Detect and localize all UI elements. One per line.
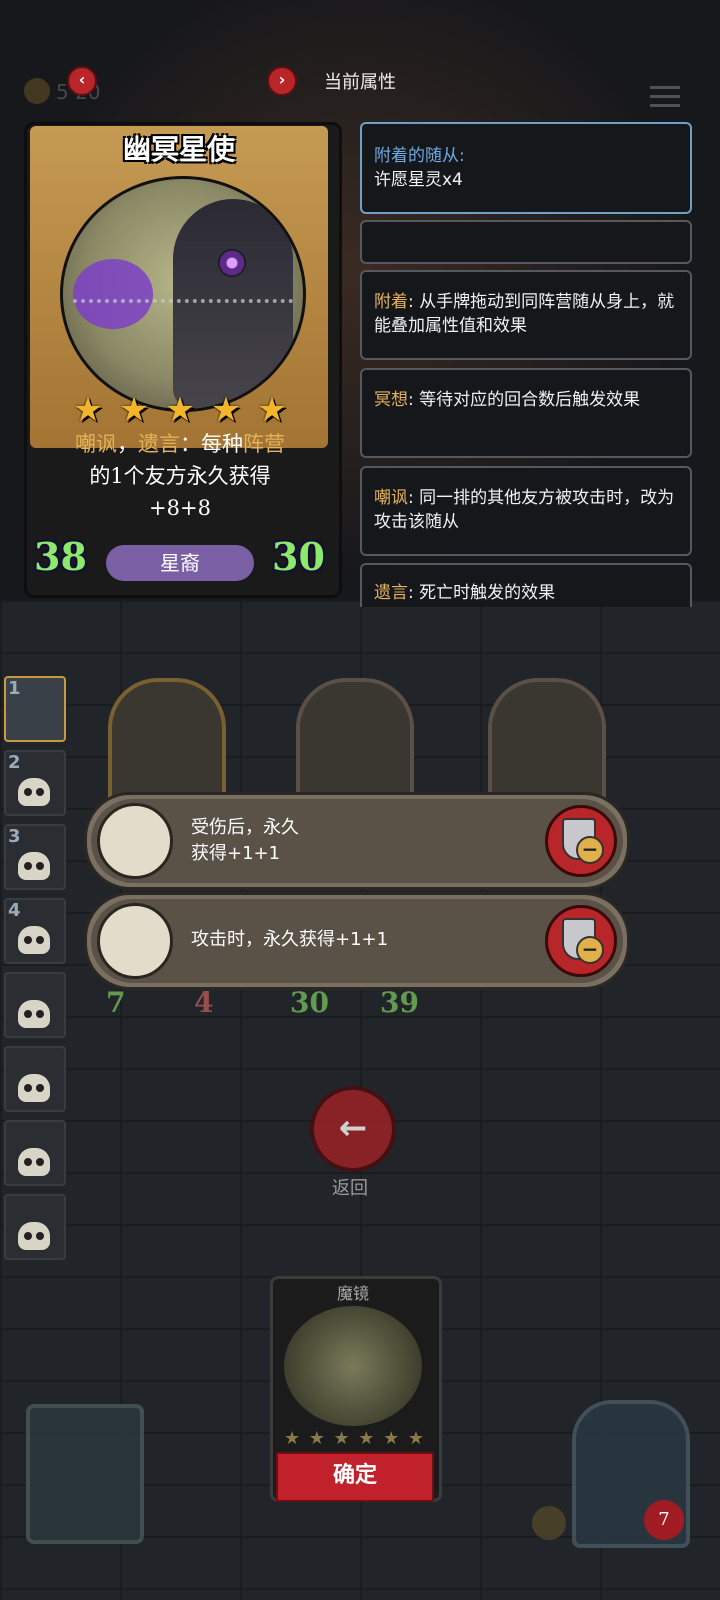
term-attach: 附着 [374, 292, 408, 312]
slot-number: 3 [8, 826, 21, 847]
chain [73, 299, 293, 317]
board-attack: 30 [290, 986, 329, 1019]
rule-text: : 同一排的其他友方被攻击时，改为攻击该随从 [374, 488, 675, 532]
menu-icon[interactable] [650, 86, 680, 112]
star-icon: ★ [72, 390, 104, 430]
candelabra-icon [97, 803, 173, 879]
tribe-badge: 星裔 [106, 545, 254, 581]
deck-portrait[interactable] [26, 1404, 144, 1544]
slot-number: 2 [8, 752, 21, 773]
skull-icon [18, 1000, 50, 1028]
meditate-rule-panel: 冥想: 等待对应的回合数后触发效果 [360, 368, 692, 458]
term-deathrattle: 遗言 [374, 583, 408, 603]
skull-icon [18, 1074, 50, 1102]
taunt-rule-panel: 嘲讽: 同一排的其他友方被攻击时，改为攻击该随从 [360, 466, 692, 556]
star-icon: ★ [256, 390, 288, 430]
health-value: 30 [272, 534, 325, 579]
page-title: 当前属性 [324, 72, 396, 93]
card-name: 幽冥星使 [122, 133, 235, 166]
skull-icon [18, 852, 50, 880]
board-health: 4 [194, 986, 214, 1019]
keyword-deathrattle: 遗言 [138, 432, 180, 456]
rule-text: : 从手牌拖动到同阵营随从身上，就能叠加属性值和效果 [374, 292, 675, 336]
chevron-right-icon[interactable]: › [267, 66, 297, 96]
term-taunt: 嘲讽 [374, 488, 408, 508]
skull-icon [18, 1222, 50, 1250]
star-rating: ★ ★ ★ ★ ★ [70, 392, 290, 428]
side-slot[interactable]: 4 [4, 898, 66, 964]
star-icon: ★ [358, 1428, 375, 1449]
attached-label: 附着的随从: [374, 146, 465, 166]
side-slot[interactable] [4, 1194, 66, 1260]
star-icon: ★ [284, 1428, 301, 1449]
board-minion[interactable] [488, 678, 606, 806]
remove-effect-button[interactable]: − [545, 805, 617, 877]
board-minion[interactable] [108, 678, 226, 806]
back-button[interactable]: ← [310, 1086, 396, 1172]
attach-rule-panel: 附着: 从手牌拖动到同阵营随从身上，就能叠加属性值和效果 [360, 270, 692, 360]
back-label[interactable]: 返回 [310, 1174, 390, 1200]
star-icon: ★ [308, 1428, 325, 1449]
player-health: 7 [644, 1500, 684, 1540]
star-icon: ★ [210, 390, 242, 430]
remove-effect-button[interactable]: − [545, 905, 617, 977]
slot-number: 1 [8, 678, 21, 699]
mirror-portrait [284, 1306, 422, 1426]
card-description: 嘲讽，遗言：每种阵营 的1个友方永久获得 +8+8 [42, 428, 318, 524]
minus-icon: − [576, 836, 604, 864]
desc-text: 的1个友方永久获得 [89, 464, 271, 488]
effect-text: 受伤后，永久 [191, 817, 299, 838]
side-slot[interactable] [4, 972, 66, 1038]
rule-text: : 死亡时触发的效果 [408, 583, 556, 603]
effect-row: 受伤后，永久 获得+1+1 − [84, 792, 630, 890]
effect-row: 攻击时，永久获得+1+1 − [84, 892, 630, 990]
star-icon: ★ [118, 390, 150, 430]
star-icon: ★ [407, 1428, 424, 1449]
keyword-taunt: 嘲讽 [75, 432, 117, 456]
confirm-button[interactable]: 确定 [276, 1452, 434, 1502]
board-minion[interactable] [296, 678, 414, 806]
desc-bonus: +8+8 [149, 496, 211, 520]
keyword-faction: 阵营 [243, 432, 285, 456]
minus-icon: − [576, 936, 604, 964]
term-meditate: 冥想 [374, 390, 408, 410]
slot-number: 4 [8, 900, 21, 921]
star-icon: ★ [164, 390, 196, 430]
axe-icon [97, 903, 173, 979]
item-name: 魔镜 [336, 1284, 369, 1303]
empty-panel [360, 220, 692, 264]
board-attack: 7 [106, 986, 126, 1019]
skull-icon [18, 1148, 50, 1176]
skull-icon [18, 778, 50, 806]
attached-minions-panel: 附着的随从: 许愿星灵x4 [360, 122, 692, 214]
side-slot[interactable]: 1 [4, 676, 66, 742]
item-stars: ★ ★ ★ ★ ★ ★ [284, 1428, 424, 1449]
desc-text: ：每种 [180, 432, 243, 456]
minion-portrait [60, 176, 306, 412]
skull-icon [18, 926, 50, 954]
desc-text: ， [117, 432, 138, 456]
star-icon: ★ [333, 1428, 350, 1449]
side-slot[interactable]: 3 [4, 824, 66, 890]
rule-text: : 等待对应的回合数后触发效果 [408, 390, 641, 410]
effect-text: 攻击时，永久获得+1+1 [191, 929, 389, 950]
star-icon: ★ [383, 1428, 400, 1449]
attack-value: 38 [34, 534, 87, 579]
side-slot[interactable] [4, 1046, 66, 1112]
eye-gem [218, 249, 246, 277]
flame-icon [532, 1506, 566, 1540]
board-health: 39 [380, 986, 419, 1019]
attached-value: 许愿星灵x4 [374, 170, 463, 190]
side-slot[interactable] [4, 1120, 66, 1186]
effect-text: 获得+1+1 [191, 843, 281, 864]
claw-shape [73, 259, 153, 329]
side-slot[interactable]: 2 [4, 750, 66, 816]
deathrattle-rule-panel: 遗言: 死亡时触发的效果 [360, 563, 692, 607]
